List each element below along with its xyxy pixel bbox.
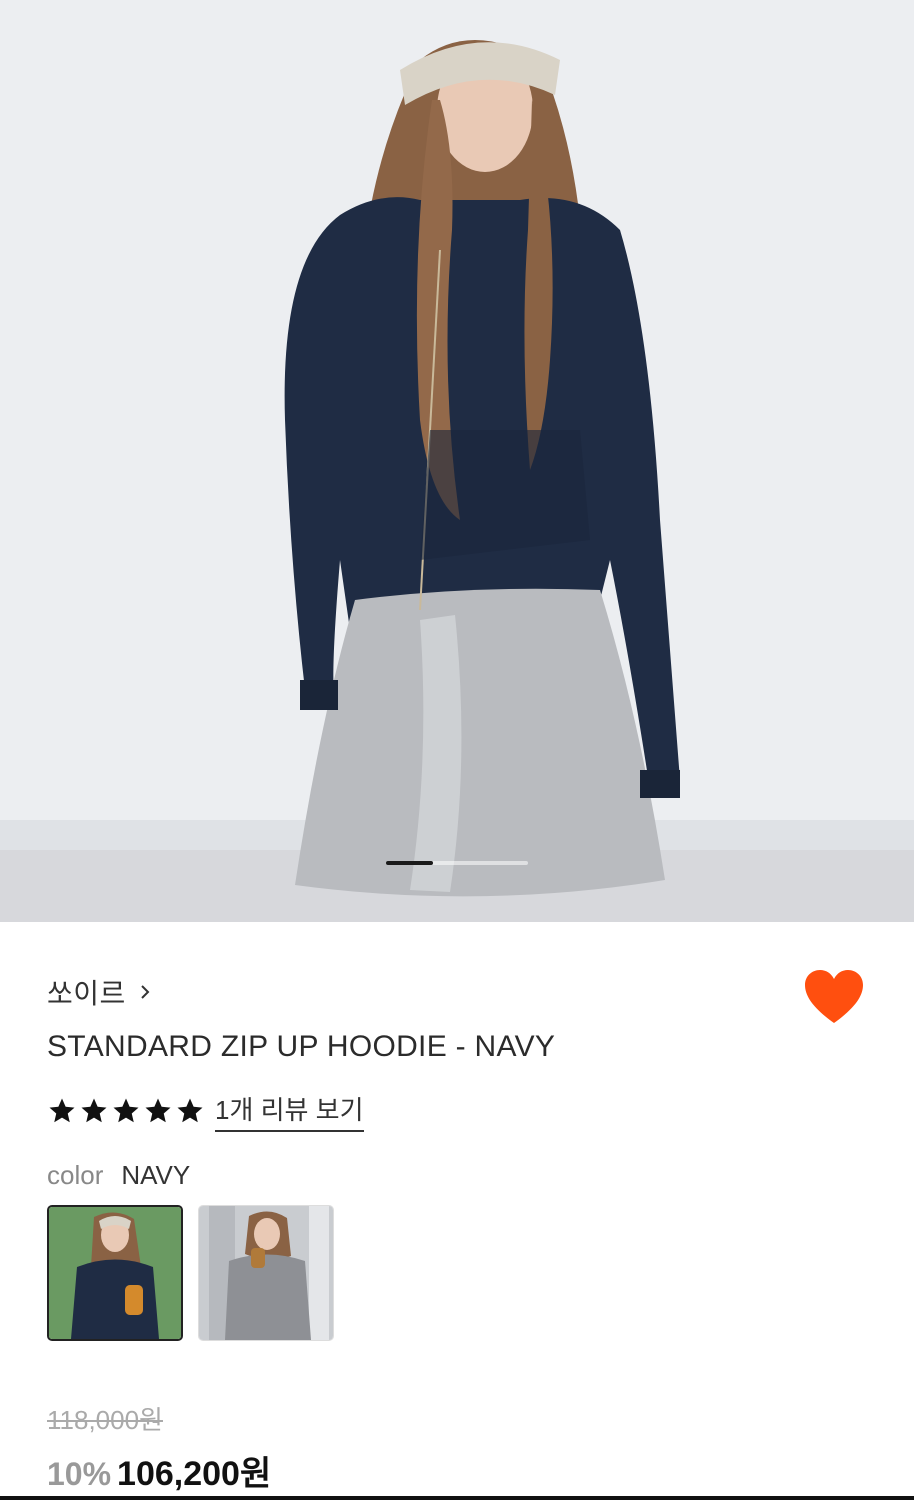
price-row: 10% 106,200원: [47, 1446, 271, 1495]
sale-price: 106,200원: [117, 1455, 272, 1493]
rating-row: 1개 리뷰 보기: [47, 1090, 364, 1132]
color-label: color: [47, 1160, 104, 1190]
star-icon: [113, 1098, 139, 1123]
gallery-progress-indicator: [386, 861, 433, 865]
bottom-divider: [0, 1496, 914, 1500]
star-icon: [81, 1098, 107, 1123]
gallery-progress-bar: [386, 861, 528, 865]
color-value: NAVY: [121, 1160, 191, 1190]
review-link[interactable]: 1개 리뷰 보기: [215, 1090, 364, 1132]
swatch-grey-thumbnail: [199, 1206, 333, 1340]
discount-rate: 10%: [47, 1456, 112, 1492]
heart-icon[interactable]: [803, 968, 865, 1026]
star-icon: [177, 1098, 203, 1123]
star-icon: [145, 1098, 171, 1123]
brand-link[interactable]: 쏘이르: [47, 972, 152, 1012]
star-rating: [47, 1096, 205, 1126]
product-title: STANDARD ZIP UP HOODIE - NAVY: [47, 1030, 556, 1063]
original-price: 118,000원: [47, 1405, 163, 1435]
color-row: color NAVY: [47, 1160, 190, 1191]
color-swatches: [47, 1205, 334, 1341]
product-photo: [0, 0, 914, 922]
swatch-navy-thumbnail: [49, 1207, 181, 1339]
brand-name: 쏘이르: [47, 978, 126, 1009]
color-swatch-grey[interactable]: [198, 1205, 334, 1341]
star-icon: [49, 1098, 75, 1123]
color-swatch-navy[interactable]: [47, 1205, 183, 1341]
chevron-right-icon: [141, 985, 150, 999]
product-image-gallery[interactable]: [0, 0, 914, 922]
